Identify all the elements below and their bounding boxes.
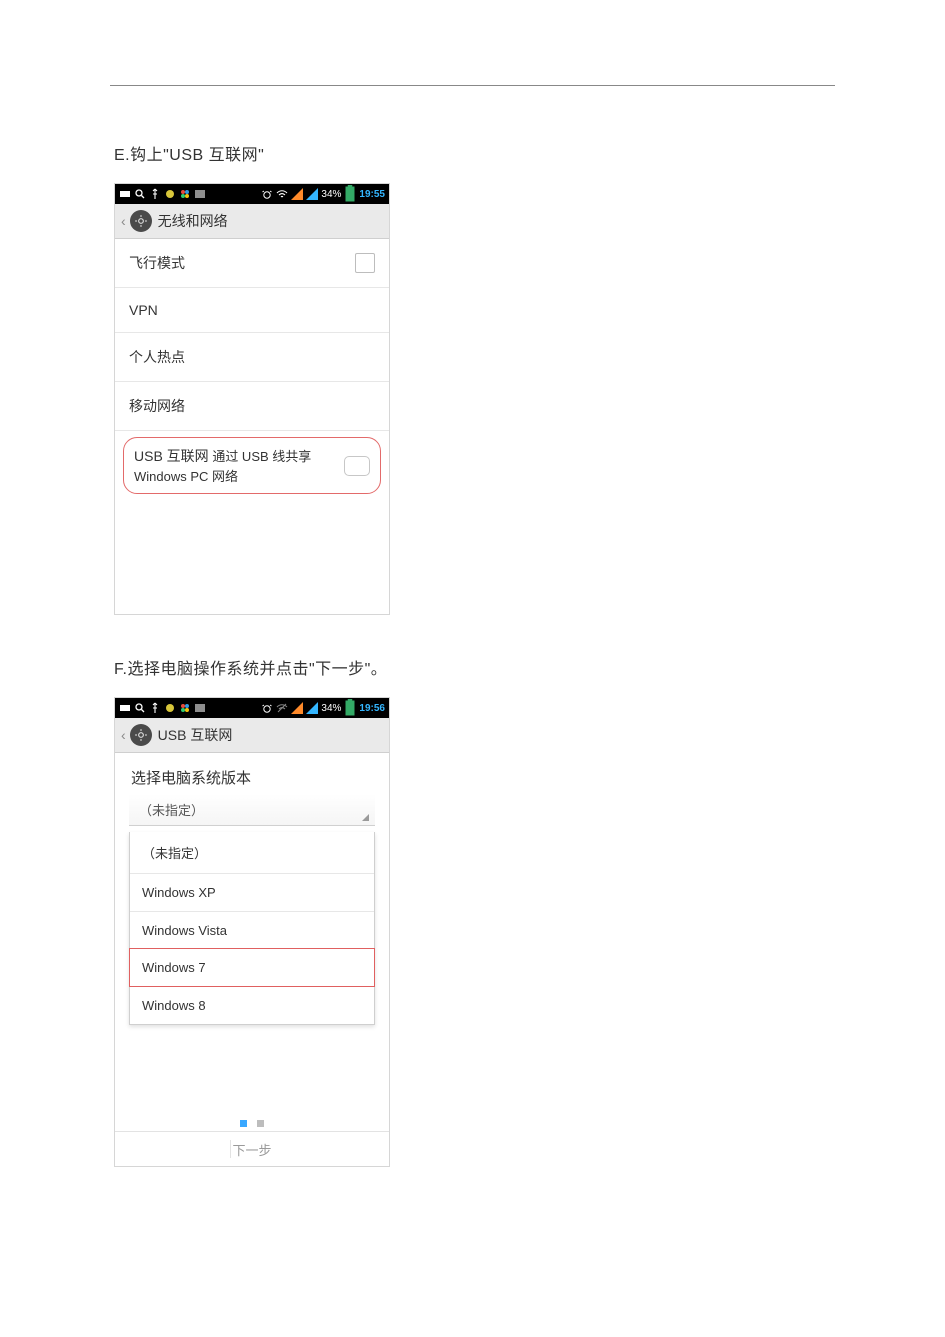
- search-icon: [134, 188, 146, 200]
- os-option-winxp[interactable]: Windows XP: [130, 873, 374, 911]
- row-label: 移动网络: [129, 396, 375, 416]
- settings-title-bar[interactable]: ‹ 无线和网络: [115, 204, 389, 239]
- usb-icon: [149, 702, 161, 714]
- document-page: E.钩上"USB 互联网" 34%: [0, 0, 945, 1267]
- usb-row-text: USB 互联网 通过 USB 线共享 Windows PC 网络: [134, 446, 336, 485]
- status-right-icons: 34% 19:56: [261, 702, 385, 714]
- usb-row-title: USB 互联网: [134, 448, 209, 464]
- bottom-bar-separator: [230, 1140, 231, 1158]
- settings-screen-title: 无线和网络: [158, 211, 228, 231]
- os-dropdown-list: （未指定） Windows XP Windows Vista Windows 7…: [129, 832, 375, 1025]
- back-chevron-icon[interactable]: ‹: [121, 213, 126, 229]
- wifi-icon: [276, 188, 288, 200]
- status-right-icons: 34% 19:55: [261, 188, 385, 200]
- back-chevron-icon[interactable]: ‹: [121, 727, 126, 743]
- page-dot-1: [240, 1120, 247, 1127]
- phone-frame-2: 34% 19:56 ‹ USB 互联网 选择电脑系统版本 （未指定） （未指定）…: [114, 697, 390, 1167]
- settings-gear-icon: [130, 724, 152, 746]
- row-hotspot[interactable]: 个人热点: [115, 333, 389, 382]
- os-option-win7-selected[interactable]: Windows 7: [129, 948, 375, 987]
- search-icon: [134, 702, 146, 714]
- sync-icon: [164, 188, 176, 200]
- row-label: VPN: [129, 302, 375, 318]
- android-status-bar: 34% 19:56: [115, 698, 389, 718]
- page-dot-2: [257, 1120, 264, 1127]
- row-vpn[interactable]: VPN: [115, 288, 389, 333]
- next-button[interactable]: 下一步: [232, 1140, 271, 1159]
- battery-percent: 34%: [321, 703, 341, 714]
- row-mobile-network[interactable]: 移动网络: [115, 382, 389, 431]
- usb-screen-title: USB 互联网: [158, 725, 233, 745]
- status-left-icons: [119, 188, 206, 200]
- usb-title-bar[interactable]: ‹ USB 互联网: [115, 718, 389, 753]
- battery-icon: [344, 702, 356, 714]
- alarm-icon: [261, 702, 273, 714]
- usb-internet-checkbox[interactable]: [344, 456, 370, 476]
- os-option-win8[interactable]: Windows 8: [130, 986, 374, 1024]
- settings-gear-icon: [130, 210, 152, 232]
- screenshot-2: 34% 19:56 ‹ USB 互联网 选择电脑系统版本 （未指定） （未指定）…: [114, 697, 835, 1167]
- phone-blank-area: [115, 494, 389, 614]
- apps-icon: [179, 188, 191, 200]
- keyboard-icon: [119, 702, 131, 714]
- phone-frame-1: 34% 19:55 ‹ 无线和网络 飞行模式: [114, 183, 390, 615]
- battery-icon: [344, 188, 356, 200]
- screenshot-1: 34% 19:55 ‹ 无线和网络 飞行模式: [114, 183, 835, 615]
- step-f-caption: F.选择电脑操作系统并点击"下一步"。: [114, 655, 835, 679]
- usb-icon: [149, 188, 161, 200]
- page-header-rule: [110, 85, 835, 86]
- android-status-bar: 34% 19:55: [115, 184, 389, 204]
- row-label: 个人热点: [129, 347, 375, 367]
- wizard-bottom-bar: 下一步: [115, 1131, 389, 1166]
- os-select-heading: 选择电脑系统版本: [115, 753, 389, 794]
- step-e-caption: E.钩上"USB 互联网": [114, 141, 835, 165]
- os-option-winvista[interactable]: Windows Vista: [130, 911, 374, 949]
- row-usb-internet-highlighted[interactable]: USB 互联网 通过 USB 线共享 Windows PC 网络: [123, 437, 381, 494]
- alarm-icon: [261, 188, 273, 200]
- image-icon: [194, 702, 206, 714]
- os-option-unspecified[interactable]: （未指定）: [130, 832, 374, 873]
- os-select-current[interactable]: （未指定）: [129, 794, 375, 826]
- status-time: 19:55: [359, 189, 385, 200]
- row-airplane-mode[interactable]: 飞行模式: [115, 239, 389, 288]
- sync-icon: [164, 702, 176, 714]
- image-icon: [194, 188, 206, 200]
- battery-percent: 34%: [321, 189, 341, 200]
- wifi-off-icon: [276, 702, 288, 714]
- signal-1-icon: [291, 188, 303, 200]
- status-time: 19:56: [359, 703, 385, 714]
- page-indicator: [115, 1025, 389, 1131]
- status-left-icons: [119, 702, 206, 714]
- signal-2-icon: [306, 702, 318, 714]
- keyboard-icon: [119, 188, 131, 200]
- apps-icon: [179, 702, 191, 714]
- signal-1-icon: [291, 702, 303, 714]
- row-label: 飞行模式: [129, 253, 347, 273]
- signal-2-icon: [306, 188, 318, 200]
- airplane-checkbox[interactable]: [355, 253, 375, 273]
- settings-list: 飞行模式 VPN 个人热点 移动网络 USB 互联网 通过 USB 线共享 Wi…: [115, 239, 389, 614]
